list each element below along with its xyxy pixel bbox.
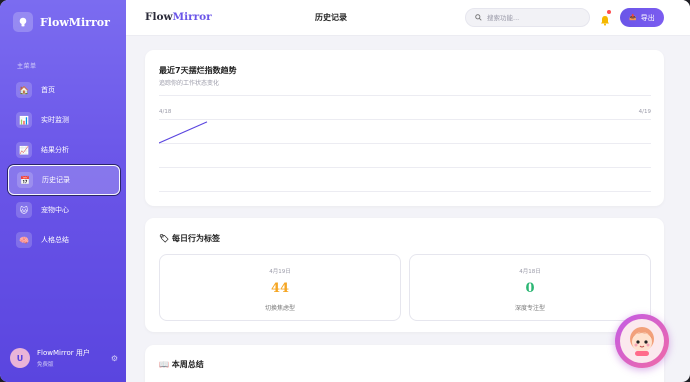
logo[interactable]: FlowMirror	[13, 12, 110, 32]
brand-right: Mirror	[172, 11, 212, 23]
sidebar-item-label: 首页	[41, 86, 55, 94]
search-box[interactable]	[465, 8, 590, 27]
tag-type: 深度专注型	[514, 305, 545, 312]
sidebar-nav: 🏠 首页 📊 实时监测 📈 结果分析 📅 历史记录 🐱 宠物中心 🧠 人格总结	[8, 75, 120, 255]
export-button[interactable]: 📤 导出	[620, 8, 664, 27]
calendar-icon: 📅	[17, 172, 33, 188]
user-name: FlowMirror 用户	[37, 349, 90, 357]
trend-chart-svg	[159, 121, 208, 144]
sidebar-item-personality[interactable]: 🧠 人格总结	[8, 225, 120, 255]
home-icon: 🏠	[16, 82, 32, 98]
daily-tag-item[interactable]: 4月18日 0 深度专注型	[409, 254, 651, 321]
analysis-chart-icon: 📈	[16, 142, 32, 158]
user-plan: 免费版	[37, 362, 54, 368]
series-line	[159, 121, 208, 144]
brand-left: Flow	[145, 11, 173, 23]
trend-subtitle: 追踪你的工作状态变化	[159, 80, 220, 87]
sidebar-item-label: 实时监测	[41, 116, 69, 124]
pet-avatar-icon	[620, 319, 664, 363]
topbar: FlowMirror 历史记录 📤 导出	[126, 0, 690, 36]
tag-icon: 🏷	[159, 234, 170, 243]
app-window: FlowMirror 主菜单 🏠 首页 📊 实时监测 📈 结果分析 📅 历史记录…	[0, 0, 690, 382]
pet-icon: 🐱	[16, 202, 32, 218]
export-label: 导出	[640, 13, 655, 22]
tag-score: 0	[525, 281, 535, 296]
user-info: FlowMirror 用户 免费版	[37, 348, 90, 368]
sidebar-item-pet[interactable]: 🐱 宠物中心	[8, 195, 120, 225]
sidebar-item-label: 宠物中心	[41, 206, 69, 214]
daily-tag-item[interactable]: 4月19日 44 切换焦虑型	[159, 254, 401, 321]
logo-text: FlowMirror	[40, 15, 110, 29]
daily-tags-card: 🏷 每日行为标签 4月19日 44 切换焦虑型 4月18日 0 深度专注型	[145, 218, 664, 332]
daily-tags-title-text: 每日行为标签	[171, 234, 220, 243]
book-icon: 📖	[159, 360, 169, 369]
export-icon: 📤	[629, 14, 637, 21]
sidebar-item-home[interactable]: 🏠 首页	[8, 75, 120, 105]
main-content: 最近7天摆烂指数趋势 追踪你的工作状态变化 4/18 4/19 🏷 每日行为标签	[126, 36, 690, 382]
sidebar-item-label: 人格总结	[41, 236, 69, 244]
sidebar-item-label: 历史记录	[42, 176, 70, 184]
trend-card: 最近7天摆烂指数趋势 追踪你的工作状态变化 4/18 4/19	[145, 50, 664, 206]
lightbulb-icon	[13, 12, 33, 32]
gear-icon[interactable]: ⚙	[111, 354, 118, 363]
daily-tags-title: 🏷 每日行为标签	[159, 233, 220, 244]
tag-score: 44	[270, 281, 290, 296]
tag-date: 4月19日	[269, 269, 291, 275]
brain-icon: 🧠	[16, 232, 32, 248]
pet-assistant-button[interactable]	[615, 314, 669, 368]
sidebar-item-history[interactable]: 📅 历史记录	[8, 165, 120, 195]
trend-title: 最近7天摆烂指数趋势	[159, 66, 237, 75]
avatar: U	[10, 348, 30, 368]
weekly-summary-title: 📖 本周总结	[159, 359, 204, 370]
weekly-summary-card: 📖 本周总结	[145, 345, 664, 382]
brand-title: FlowMirror	[145, 11, 212, 23]
search-input[interactable]	[487, 13, 582, 22]
sidebar-item-monitor[interactable]: 📊 实时监测	[8, 105, 120, 135]
notification-dot	[607, 10, 611, 14]
trend-chart: 4/18 4/19	[159, 95, 651, 195]
sidebar-item-analysis[interactable]: 📈 结果分析	[8, 135, 120, 165]
tag-date: 4月18日	[519, 269, 541, 275]
notification-bell-icon[interactable]	[600, 10, 611, 30]
monitor-chart-icon: 📊	[16, 112, 32, 128]
page-title: 历史记录	[315, 13, 347, 22]
sidebar: FlowMirror 主菜单 🏠 首页 📊 实时监测 📈 结果分析 📅 历史记录…	[0, 0, 126, 382]
tag-type: 切换焦虑型	[264, 305, 295, 312]
weekly-summary-title-text: 本周总结	[171, 360, 204, 369]
user-profile[interactable]: U FlowMirror 用户 免费版 ⚙	[10, 348, 118, 368]
sidebar-item-label: 结果分析	[41, 146, 69, 154]
search-icon	[475, 14, 482, 21]
menu-section-title: 主菜单	[17, 63, 37, 70]
